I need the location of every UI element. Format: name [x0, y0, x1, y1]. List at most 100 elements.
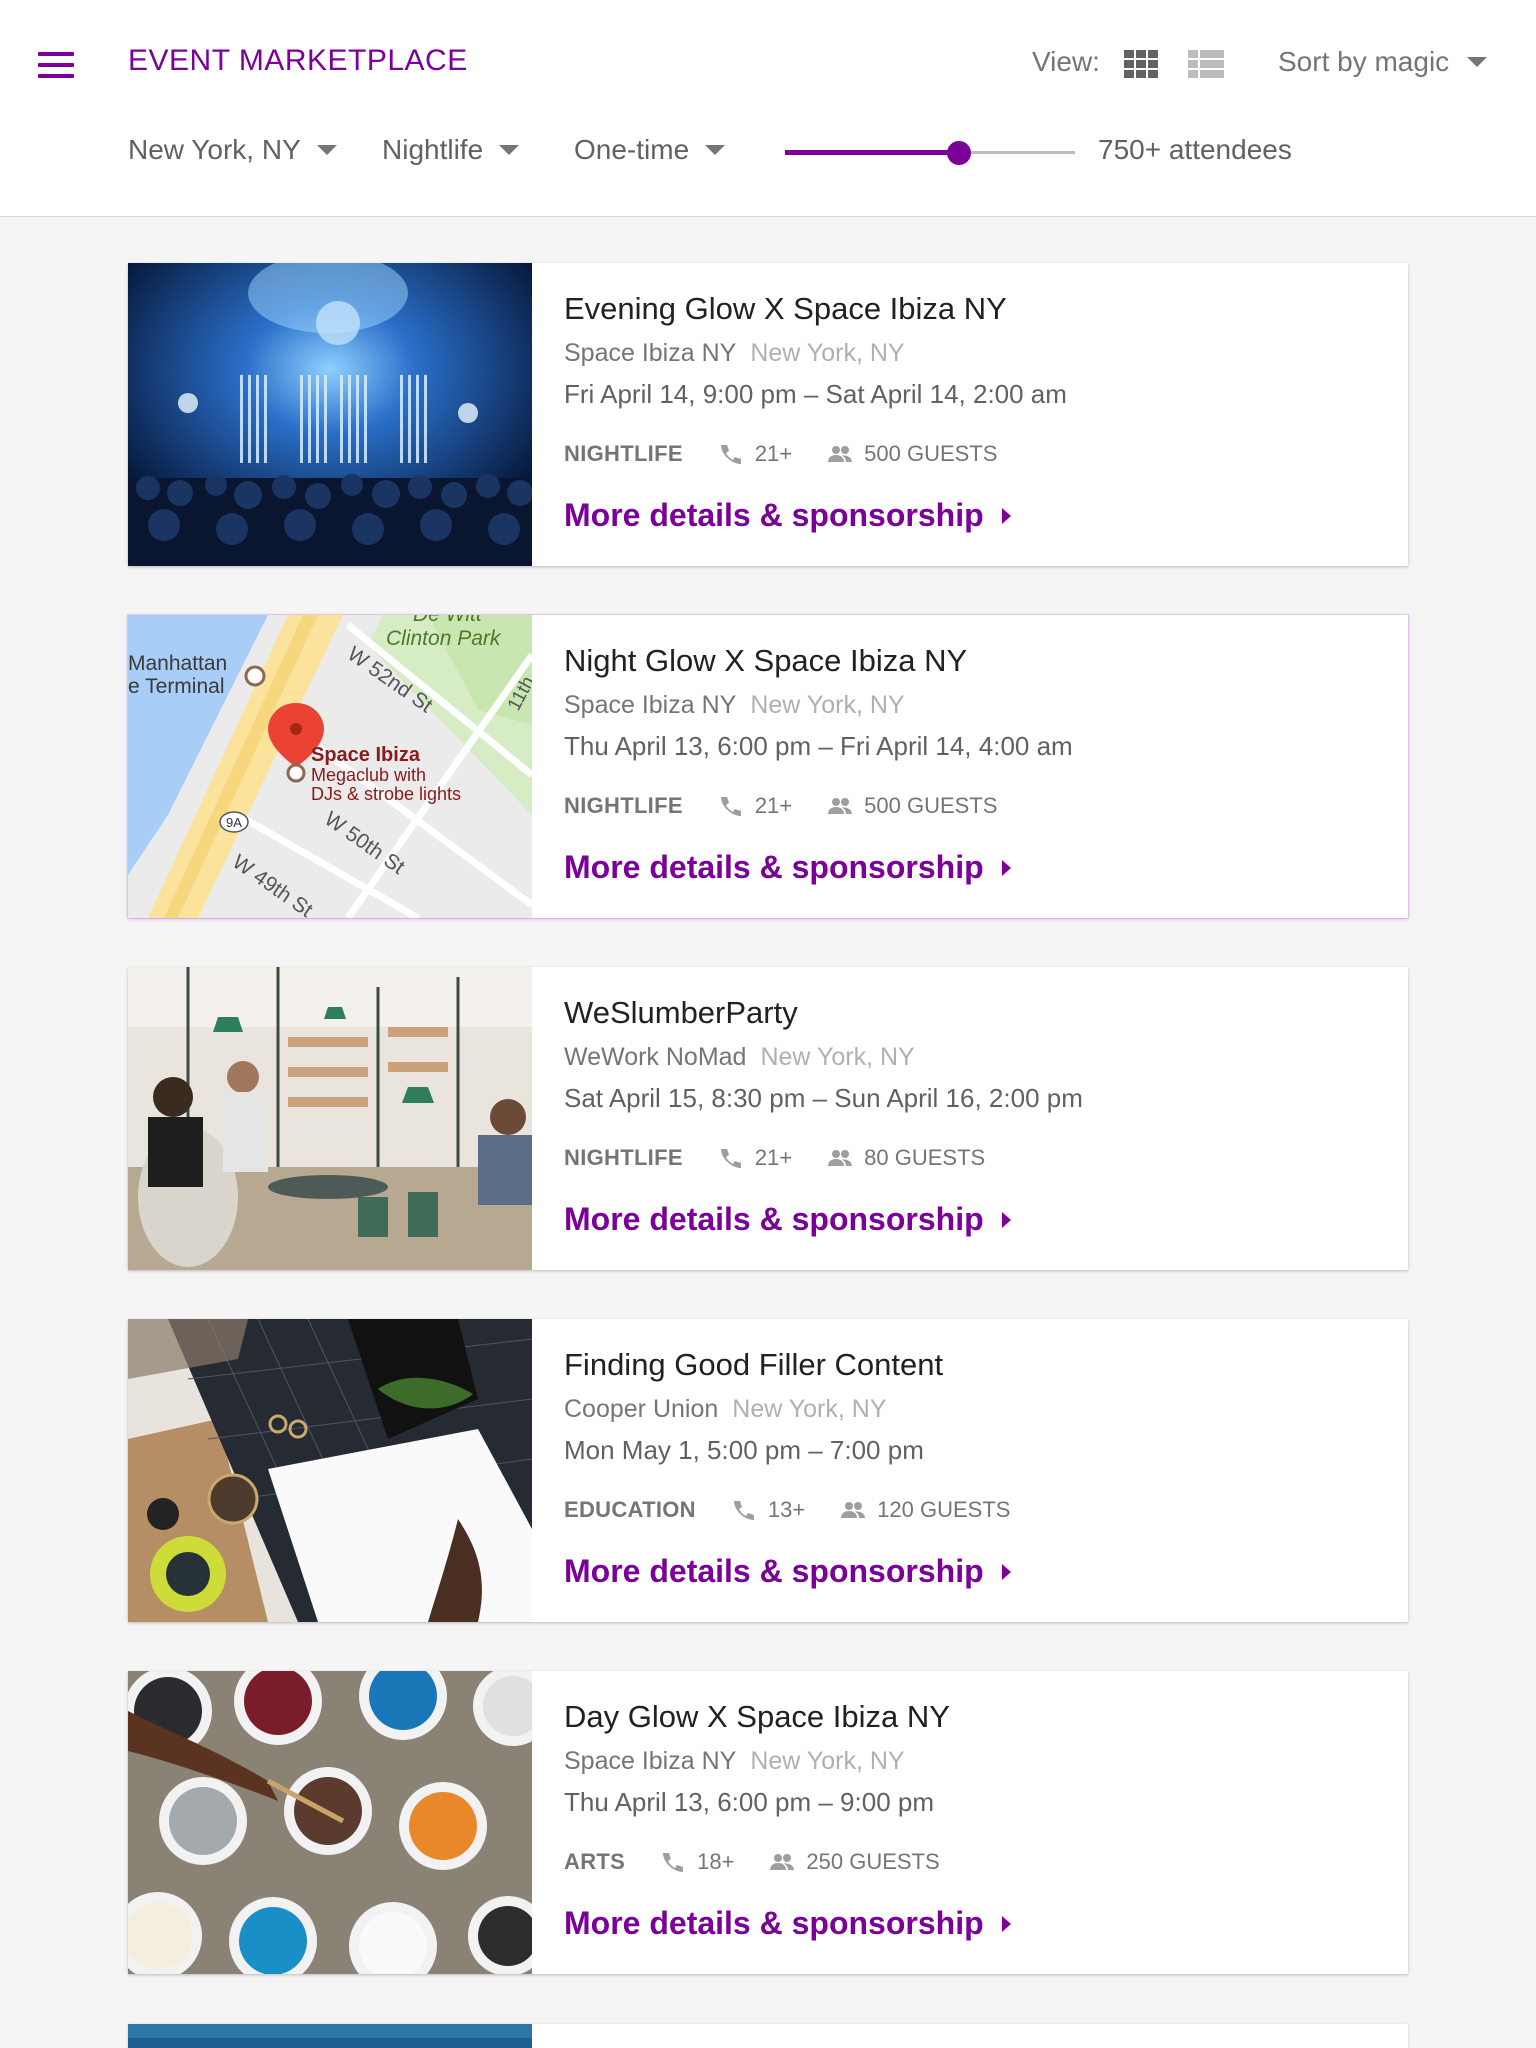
map-pin-title: Space Ibiza	[311, 744, 421, 766]
chevron-down-icon	[1467, 57, 1488, 67]
event-title[interactable]: Evening Glow X Space Ibiza NY	[564, 291, 1007, 327]
event-image-concert[interactable]	[128, 263, 532, 566]
grid-view-icon[interactable]	[1124, 50, 1158, 78]
event-image-paint[interactable]	[128, 1671, 532, 1974]
event-card: Day Glow X Space Ibiza NY Space Ibiza NY…	[128, 1671, 1408, 1974]
event-card-partial	[128, 2024, 1408, 2048]
event-venue: Cooper Union	[564, 1395, 719, 1423]
event-age: 21+	[754, 1145, 793, 1170]
event-guests: 500 GUESTS	[864, 793, 998, 818]
event-meta: EDUCATION 13+ 120 GUESTS	[564, 1497, 1010, 1523]
slider-thumb[interactable]	[947, 141, 971, 165]
location-filter[interactable]: New York, NY	[128, 134, 337, 166]
top-app-bar: EVENT MARKETPLACE View: Sort by magic Ne…	[0, 0, 1536, 217]
event-image-cafe[interactable]	[128, 967, 532, 1270]
event-card-body: WeSlumberParty WeWork NoMad New York, NY …	[564, 967, 1388, 1270]
event-card-body: Evening Glow X Space Ibiza NY Space Ibiz…	[564, 263, 1388, 566]
event-card-body: Day Glow X Space Ibiza NY Space Ibiza NY…	[564, 1671, 1388, 1974]
chevron-down-icon	[316, 145, 337, 155]
event-guests: 500 GUESTS	[864, 441, 998, 466]
event-meta: NIGHTLIFE 21+ 80 GUESTS	[564, 1145, 985, 1171]
map-label-terminal-2: e Terminal	[128, 675, 225, 698]
age-icon	[720, 1149, 741, 1168]
attendees-label: 750+ attendees	[1098, 134, 1292, 165]
more-details-link[interactable]: More details & sponsorship	[564, 1553, 1011, 1590]
event-age: 21+	[754, 793, 793, 818]
event-city: New York, NY	[732, 1395, 887, 1423]
map-label-park-1: De Witt	[413, 615, 483, 626]
event-meta: ARTS 18+ 250 GUESTS	[564, 1849, 940, 1875]
guests-icon	[770, 1854, 795, 1870]
map-label-terminal-1: Manhattan	[128, 652, 227, 675]
event-map[interactable]: Manhattan e Terminal De Witt Clinton Par…	[128, 615, 532, 918]
event-guests: 120 GUESTS	[877, 1497, 1011, 1522]
event-category: NIGHTLIFE	[564, 1145, 683, 1170]
more-details-link[interactable]: More details & sponsorship	[564, 849, 1011, 886]
frequency-filter[interactable]: One-time	[574, 134, 726, 166]
map-label-park-2: Clinton Park	[386, 627, 502, 650]
event-location: Cooper Union New York, NY	[564, 1395, 887, 1424]
chevron-down-icon	[499, 145, 520, 155]
event-location: Space Ibiza NY New York, NY	[564, 1747, 905, 1776]
event-image-partial[interactable]	[128, 2024, 532, 2048]
event-city: New York, NY	[750, 1747, 905, 1775]
sort-label: Sort by magic	[1278, 46, 1450, 77]
sort-dropdown[interactable]: Sort by magic	[1278, 46, 1488, 78]
event-venue: WeWork NoMad	[564, 1043, 747, 1071]
event-guests: 250 GUESTS	[806, 1849, 940, 1874]
more-details-label: More details & sponsorship	[564, 849, 984, 885]
event-city: New York, NY	[750, 339, 905, 367]
chevron-down-icon	[705, 145, 726, 155]
event-card: Finding Good Filler Content Cooper Union…	[128, 1319, 1408, 1622]
more-details-link[interactable]: More details & sponsorship	[564, 1201, 1011, 1238]
event-card: Evening Glow X Space Ibiza NY Space Ibiz…	[128, 263, 1408, 566]
guests-icon	[828, 1150, 853, 1166]
event-city: New York, NY	[760, 1043, 915, 1071]
menu-icon[interactable]	[38, 52, 74, 78]
page-title: EVENT MARKETPLACE	[128, 44, 468, 77]
frequency-filter-label: One-time	[574, 134, 690, 165]
slider-fill	[785, 150, 959, 155]
event-guests: 80 GUESTS	[864, 1145, 986, 1170]
event-meta: NIGHTLIFE 21+ 500 GUESTS	[564, 793, 997, 819]
guests-icon	[828, 446, 853, 462]
event-title[interactable]: Night Glow X Space Ibiza NY	[564, 643, 967, 679]
event-venue: Space Ibiza NY	[564, 339, 737, 367]
event-meta: NIGHTLIFE 21+ 500 GUESTS	[564, 441, 997, 467]
more-details-label: More details & sponsorship	[564, 1905, 984, 1941]
event-venue: Space Ibiza NY	[564, 1747, 737, 1775]
chevron-right-icon	[1001, 1915, 1011, 1932]
event-card-body: Finding Good Filler Content Cooper Union…	[564, 1319, 1388, 1622]
event-title[interactable]: WeSlumberParty	[564, 995, 798, 1031]
event-title[interactable]: Finding Good Filler Content	[564, 1347, 943, 1383]
event-age: 13+	[767, 1497, 806, 1522]
more-details-link[interactable]: More details & sponsorship	[564, 497, 1011, 534]
event-title[interactable]: Day Glow X Space Ibiza NY	[564, 1699, 950, 1735]
list-view-icon[interactable]	[1188, 50, 1224, 78]
event-location: WeWork NoMad New York, NY	[564, 1043, 915, 1072]
event-age: 21+	[754, 441, 793, 466]
more-details-label: More details & sponsorship	[564, 1201, 984, 1237]
more-details-label: More details & sponsorship	[564, 497, 984, 533]
event-dates: Sat April 15, 8:30 pm – Sun April 16, 2:…	[564, 1083, 1083, 1113]
event-venue: Space Ibiza NY	[564, 691, 737, 719]
map-pin-desc-2: DJs & strobe lights	[311, 784, 461, 804]
category-filter[interactable]: Nightlife	[382, 134, 520, 166]
event-location: Space Ibiza NY New York, NY	[564, 691, 905, 720]
view-label: View:	[1032, 46, 1100, 77]
event-image-desk[interactable]	[128, 1319, 532, 1622]
age-icon	[663, 1853, 684, 1872]
event-age: 18+	[697, 1849, 735, 1874]
guests-icon	[828, 798, 853, 814]
map-highway-shield: 9A	[226, 815, 242, 830]
event-category: NIGHTLIFE	[564, 441, 683, 466]
guests-icon	[841, 1502, 866, 1518]
event-location: Space Ibiza NY New York, NY	[564, 339, 905, 368]
event-card: Manhattan e Terminal De Witt Clinton Par…	[128, 615, 1408, 918]
chevron-right-icon	[1001, 859, 1011, 876]
event-category: EDUCATION	[564, 1497, 696, 1522]
more-details-link[interactable]: More details & sponsorship	[564, 1905, 1011, 1942]
location-filter-label: New York, NY	[128, 134, 301, 165]
event-category: ARTS	[564, 1849, 626, 1874]
attendees-slider[interactable]	[785, 138, 1075, 168]
